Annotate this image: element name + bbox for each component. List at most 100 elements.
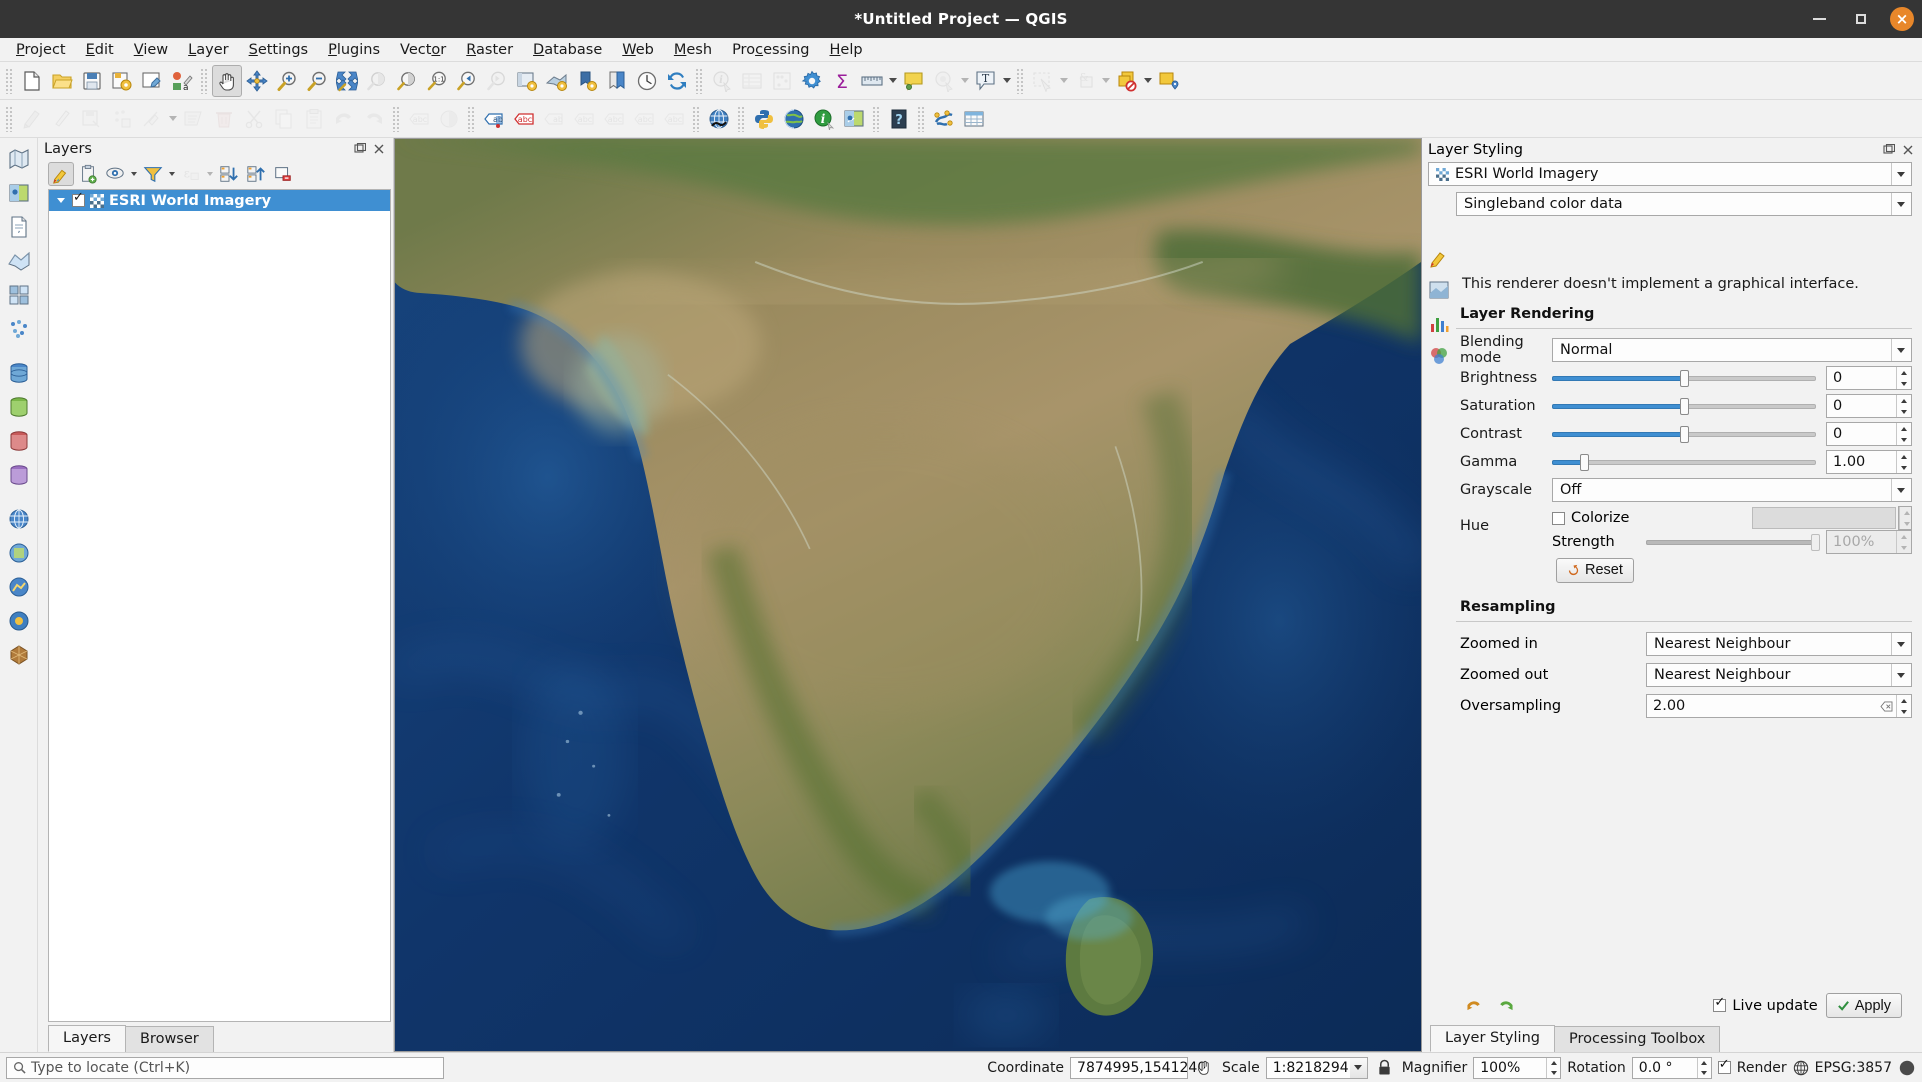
measure-line-icon[interactable] (857, 65, 887, 97)
new-map-view-icon[interactable] (512, 65, 542, 97)
map-tips-icon[interactable] (899, 65, 929, 97)
close-button[interactable]: × (1890, 7, 1914, 31)
add-arcgis-layer-icon[interactable] (2, 604, 36, 638)
redo-icon[interactable] (1494, 994, 1518, 1018)
save-project-icon[interactable] (77, 65, 107, 97)
add-delimited-text-layer-icon[interactable]: , (2, 210, 36, 244)
filter-dropdown-caret[interactable] (167, 162, 177, 186)
chevron-down-icon[interactable] (1891, 163, 1909, 185)
spinner-arrows[interactable] (1896, 395, 1911, 417)
messages-icon[interactable] (1898, 1059, 1916, 1077)
pan-map-icon[interactable] (212, 64, 242, 97)
layer-selector-combo[interactable]: ESRI World Imagery (1428, 162, 1912, 186)
render-checkbox[interactable] (1717, 1058, 1731, 1074)
add-wfs-layer-icon[interactable] (2, 570, 36, 604)
lock-scale-icon[interactable] (1374, 1057, 1396, 1079)
menu-database[interactable]: Database (523, 40, 612, 60)
menu-mesh[interactable]: Mesh (664, 40, 722, 60)
labeling-grip-2[interactable] (467, 105, 476, 132)
menu-project[interactable]: Project (6, 40, 76, 60)
reset-button[interactable]: Reset (1556, 557, 1634, 583)
labeling-grip[interactable] (392, 105, 401, 132)
manage-map-themes-icon[interactable] (1154, 65, 1184, 97)
chevron-down-icon[interactable] (1891, 339, 1909, 361)
new-3d-map-view-icon[interactable] (542, 65, 572, 97)
add-point-cloud-layer-icon[interactable] (2, 312, 36, 346)
toolbar-grip-2[interactable] (200, 67, 209, 94)
chevron-down-icon[interactable] (1891, 193, 1909, 215)
expand-arrow-icon[interactable] (55, 198, 67, 203)
add-wcs-layer-icon[interactable] (2, 536, 36, 570)
float-panel-icon[interactable] (352, 141, 368, 157)
tab-layer-styling[interactable]: Layer Styling (1430, 1025, 1555, 1052)
locator-bar[interactable]: Type to locate (Ctrl+K) (6, 1056, 444, 1079)
remove-layer-icon[interactable] (270, 162, 296, 186)
zoomed-in-combo[interactable]: Nearest Neighbour (1646, 632, 1912, 656)
menu-raster[interactable]: Raster (456, 40, 523, 60)
add-raster-layer-icon[interactable] (2, 176, 36, 210)
chevron-down-icon[interactable] (1891, 664, 1909, 686)
network-analysis-icon[interactable] (929, 103, 959, 135)
menu-plugins[interactable]: Plugins (318, 40, 390, 60)
gamma-spinbox[interactable]: 1.00 (1826, 450, 1912, 474)
rendering-tab-icon[interactable] (1426, 343, 1452, 369)
new-print-layout-2-icon[interactable] (572, 65, 602, 97)
spider-web-icon[interactable] (704, 103, 734, 135)
clear-icon[interactable] (1880, 700, 1893, 712)
temporal-controller-icon[interactable] (632, 65, 662, 97)
spinner-arrows[interactable] (1896, 451, 1911, 473)
menu-web[interactable]: Web (612, 40, 664, 60)
zoom-full-icon[interactable] (332, 65, 362, 97)
add-spatialite-layer-icon[interactable] (2, 390, 36, 424)
scale-dropdown-caret[interactable] (1349, 1056, 1368, 1079)
show-bookmarks-icon[interactable] (602, 65, 632, 97)
spinner-arrows[interactable] (1546, 1057, 1560, 1078)
gamma-slider[interactable] (1552, 451, 1816, 473)
attribute-grid-icon[interactable] (959, 103, 989, 135)
add-vector-layer-icon[interactable] (2, 142, 36, 176)
close-panel-icon[interactable] (1900, 142, 1916, 158)
colorize-color-swatch[interactable] (1752, 507, 1896, 529)
georeferencer-icon[interactable] (839, 103, 869, 135)
layers-list[interactable]: ESRI World Imagery (48, 189, 391, 1022)
open-layer-styling-panel-icon[interactable] (48, 162, 74, 186)
add-geonode-layer-icon[interactable] (2, 638, 36, 672)
zoomed-out-combo[interactable]: Nearest Neighbour (1646, 663, 1912, 687)
tab-browser[interactable]: Browser (124, 1026, 214, 1052)
crs-globe-icon[interactable] (1793, 1060, 1809, 1076)
plugins-grip-2[interactable] (737, 105, 746, 132)
symbology-tab-icon[interactable] (1426, 244, 1452, 270)
contrast-spinbox[interactable]: 0 (1826, 422, 1912, 446)
zoom-to-layer-icon[interactable] (392, 65, 422, 97)
highlight-pinned-labels-icon[interactable]: abc (509, 103, 539, 135)
add-mssql-layer-icon[interactable] (2, 424, 36, 458)
rotation-spinbox[interactable]: 0.0 ° (1631, 1056, 1712, 1079)
pan-to-selection-icon[interactable] (242, 65, 272, 97)
measure-dropdown-caret[interactable] (887, 65, 899, 97)
grass-globe-icon[interactable] (779, 103, 809, 135)
collapse-all-icon[interactable] (243, 162, 269, 186)
layer-visibility-checkbox[interactable] (72, 191, 85, 207)
map-canvas[interactable] (395, 139, 1421, 1051)
brightness-spinbox[interactable]: 0 (1826, 366, 1912, 390)
statistical-summary-icon[interactable]: Σ (827, 65, 857, 97)
expand-all-icon[interactable] (216, 162, 242, 186)
crs-label[interactable]: EPSG:3857 (1815, 1060, 1892, 1076)
add-postgis-layer-icon[interactable] (2, 356, 36, 390)
options-gear-icon[interactable] (797, 65, 827, 97)
magnifier-spinbox[interactable]: 100% (1473, 1056, 1562, 1079)
coordinate-field[interactable]: 7874995,1541240 (1070, 1056, 1206, 1079)
python-console-icon[interactable] (749, 103, 779, 135)
menu-vector[interactable]: Vector (390, 40, 456, 60)
metasearch-icon[interactable]: i (809, 103, 839, 135)
themes-dropdown-caret[interactable] (129, 162, 139, 186)
new-project-icon[interactable] (17, 65, 47, 97)
help-grip[interactable] (872, 105, 881, 132)
plugins-grip[interactable] (692, 105, 701, 132)
brightness-slider[interactable] (1552, 367, 1816, 389)
zoom-in-icon[interactable] (272, 65, 302, 97)
maximize-button[interactable] (1848, 6, 1874, 32)
undo-icon[interactable] (1462, 994, 1486, 1018)
apply-button[interactable]: Apply (1825, 993, 1902, 1018)
style-manager-icon[interactable]: a (167, 65, 197, 97)
